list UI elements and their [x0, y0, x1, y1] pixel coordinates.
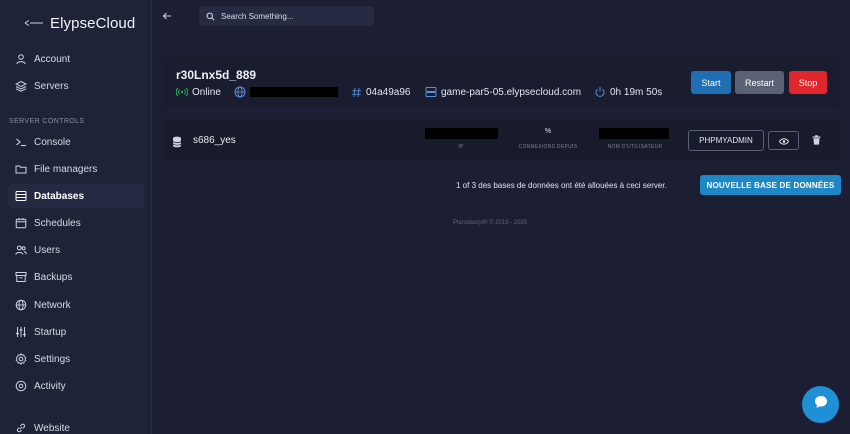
database-username-redacted: [599, 128, 669, 139]
view-details-button[interactable]: [768, 131, 799, 150]
search-icon: [206, 12, 215, 21]
sidebar-item-label: Servers: [34, 80, 69, 92]
sidebar-item-label: Settings: [34, 353, 71, 365]
phpmyadmin-button[interactable]: PHPMYADMIN: [688, 130, 764, 151]
eye-icon: [778, 132, 789, 150]
database-ip-label: IP: [458, 144, 464, 150]
users-icon: [15, 244, 27, 256]
chat-bubble-icon: [814, 395, 828, 414]
database-icon: [172, 135, 182, 148]
power-icon: [594, 86, 606, 98]
sidebar-item-label: Databases: [34, 190, 85, 202]
server-uptime: 0h 19m 50s: [594, 85, 662, 99]
search-bar[interactable]: [199, 6, 374, 26]
sidebar-item-label: Schedules: [34, 217, 81, 229]
sidebar-item-users[interactable]: Users: [8, 238, 144, 262]
globe-icon: [234, 86, 246, 98]
database-username-label: NOM D'UTILISATEUR: [607, 144, 663, 150]
server-node: game-par5-05.elypsecloud.com: [425, 85, 581, 99]
brand-logo-icon: [24, 18, 44, 28]
sidebar-item-label: File managers: [34, 163, 98, 175]
globe-icon: [15, 299, 27, 311]
delete-database-button[interactable]: [811, 134, 822, 146]
layers-icon: [15, 80, 27, 92]
trash-icon: [812, 132, 821, 150]
server-ip-redacted: [250, 87, 338, 97]
server-id: 04a49a96: [351, 85, 411, 99]
sidebar-item-website[interactable]: Website: [8, 416, 144, 434]
sidebar-item-settings[interactable]: Settings: [8, 347, 144, 371]
sidebar-item-startup[interactable]: Startup: [8, 320, 144, 344]
server-node-text: game-par5-05.elypsecloud.com: [441, 86, 582, 98]
sidebar-item-label: Startup: [34, 326, 67, 338]
brand[interactable]: ElypseCloud: [24, 14, 135, 32]
sidebar-item-label: Activity: [34, 380, 66, 392]
archive-icon: [15, 271, 27, 283]
sidebar-item-label: Console: [34, 136, 71, 148]
calendar-icon: [15, 217, 27, 229]
sidebar-item-schedules[interactable]: Schedules: [8, 211, 144, 235]
restart-button[interactable]: Restart: [735, 71, 784, 94]
folder-icon: [15, 163, 27, 175]
sidebar-item-label: Network: [34, 299, 71, 311]
section-label-server-controls: SERVER CONTROLS: [9, 118, 85, 125]
stop-button[interactable]: Stop: [789, 71, 827, 94]
search-input[interactable]: [221, 11, 361, 21]
database-connections-label: CONNEXIONS DEPUIS: [518, 144, 578, 150]
link-icon: [15, 422, 27, 434]
sidebar-item-file-managers[interactable]: File managers: [8, 157, 144, 181]
server-uptime-text: 0h 19m 50s: [610, 86, 663, 98]
online-signal-icon: [176, 87, 188, 97]
sidebar-item-account[interactable]: Account: [8, 47, 144, 71]
server-stack-icon: [425, 86, 437, 98]
sidebar-item-label: Website: [34, 422, 70, 434]
user-icon: [15, 53, 27, 65]
sidebar-item-activity[interactable]: Activity: [8, 374, 144, 398]
server-address: [234, 85, 338, 99]
sliders-icon: [15, 326, 27, 338]
server-status: Online: [176, 85, 221, 99]
database-icon: [15, 190, 27, 202]
hash-icon: [351, 87, 362, 98]
server-name: r30Lnx5d_889: [176, 68, 257, 82]
eye-icon: [15, 380, 27, 392]
sidebar-item-backups[interactable]: Backups: [8, 265, 144, 289]
database-ip-redacted: [425, 128, 498, 139]
database-allocation-text: 1 of 3 des bases de données ont été allo…: [456, 181, 667, 190]
server-status-text: Online: [192, 86, 221, 98]
sidebar-item-label: Account: [34, 53, 71, 65]
database-connections-value: %: [544, 128, 552, 135]
sidebar-item-label: Users: [34, 244, 61, 256]
sidebar-item-databases[interactable]: Databases: [8, 184, 144, 208]
server-id-text: 04a49a96: [366, 86, 411, 98]
sidebar-item-network[interactable]: Network: [8, 293, 144, 317]
brand-name: ElypseCloud: [50, 14, 136, 32]
gear-icon: [15, 353, 27, 365]
start-button[interactable]: Start: [691, 71, 731, 94]
back-arrow-icon[interactable]: [160, 9, 174, 23]
sidebar-item-console[interactable]: Console: [8, 130, 144, 154]
sidebar-item-label: Backups: [34, 271, 73, 283]
database-name: s686_yes: [193, 135, 236, 146]
terminal-icon: [15, 136, 27, 148]
new-database-button[interactable]: NOUVELLE BASE DE DONNÉES: [700, 175, 841, 195]
chat-support-button[interactable]: [802, 386, 839, 423]
sidebar-item-servers[interactable]: Servers: [8, 74, 144, 98]
footer-copyright: Pterodactyl® © 2015 - 2025: [453, 220, 528, 226]
